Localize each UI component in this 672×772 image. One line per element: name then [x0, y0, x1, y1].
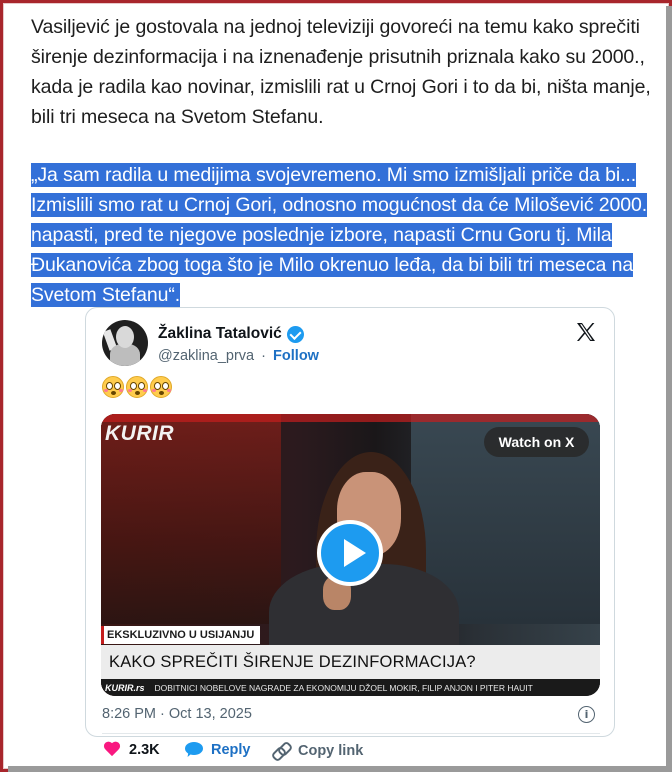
flushed-face-icon — [126, 376, 148, 398]
copy-link-button[interactable]: Copy link — [272, 742, 363, 760]
flushed-face-icon — [102, 376, 124, 398]
article-paragraph: Vasiljević je gostovala na jednoj televi… — [31, 16, 651, 128]
info-icon[interactable]: i — [578, 706, 595, 723]
play-button-icon[interactable] — [317, 520, 383, 586]
heart-icon — [103, 742, 121, 758]
divider — [102, 733, 600, 734]
ticker-text: DOBITNICI NOBELOVE NAGRADE ZA EKONOMIJU … — [154, 682, 533, 693]
embedded-tweet[interactable]: Žaklina Tatalović @zaklina_prva · Follow… — [85, 307, 615, 737]
highlighted-quote[interactable]: „Ja sam radila u medijima svojevremeno. … — [31, 163, 647, 307]
like-count: 2.3K — [129, 742, 160, 758]
video-headline: KAKO SPREČITI ŠIRENJE DEZINFORMACIJA? — [101, 645, 600, 679]
user-handle[interactable]: @zaklina_prva — [158, 348, 254, 364]
follow-button[interactable]: Follow — [273, 348, 319, 364]
frame-shadow-right — [666, 6, 672, 772]
copy-link-label: Copy link — [298, 743, 364, 759]
channel-logo: KURIR — [105, 422, 174, 445]
reply-button[interactable]: Reply — [185, 742, 251, 758]
handle-line: @zaklina_prva · Follow — [158, 348, 319, 364]
verified-badge-icon — [286, 325, 304, 343]
reply-bubble-icon — [185, 742, 203, 758]
article-body: Vasiljević je gostovala na jednoj televi… — [31, 12, 651, 310]
quote-block: „Ja sam radila u medijima svojevremeno. … — [31, 160, 651, 310]
frame-shadow-bottom — [8, 766, 672, 772]
link-icon — [272, 742, 290, 760]
video-player[interactable]: KURIR Watch on X EKSKLUZIVNO U USIJANJU … — [101, 414, 600, 696]
lower-third-tag: EKSKLUZIVNO U USIJANJU — [101, 626, 261, 644]
x-logo-icon[interactable] — [574, 320, 598, 344]
watch-on-x-button[interactable]: Watch on X — [484, 427, 589, 457]
ticker-logo: KURIR.rs — [105, 682, 145, 693]
news-ticker: KURIR.rs DOBITNICI NOBELOVE NAGRADE ZA E… — [101, 679, 600, 696]
avatar[interactable] — [102, 320, 148, 366]
like-button[interactable]: 2.3K — [103, 742, 160, 758]
separator-dot: · — [261, 348, 267, 364]
reply-label: Reply — [211, 742, 251, 758]
flushed-face-icon — [150, 376, 172, 398]
tweet-text-emojis — [102, 376, 172, 398]
tweet-timestamp[interactable]: 8:26 PM · Oct 13, 2025 — [102, 706, 252, 722]
display-name[interactable]: Žaklina Tatalović — [158, 325, 282, 343]
tweet-author[interactable]: Žaklina Tatalović — [158, 325, 304, 343]
